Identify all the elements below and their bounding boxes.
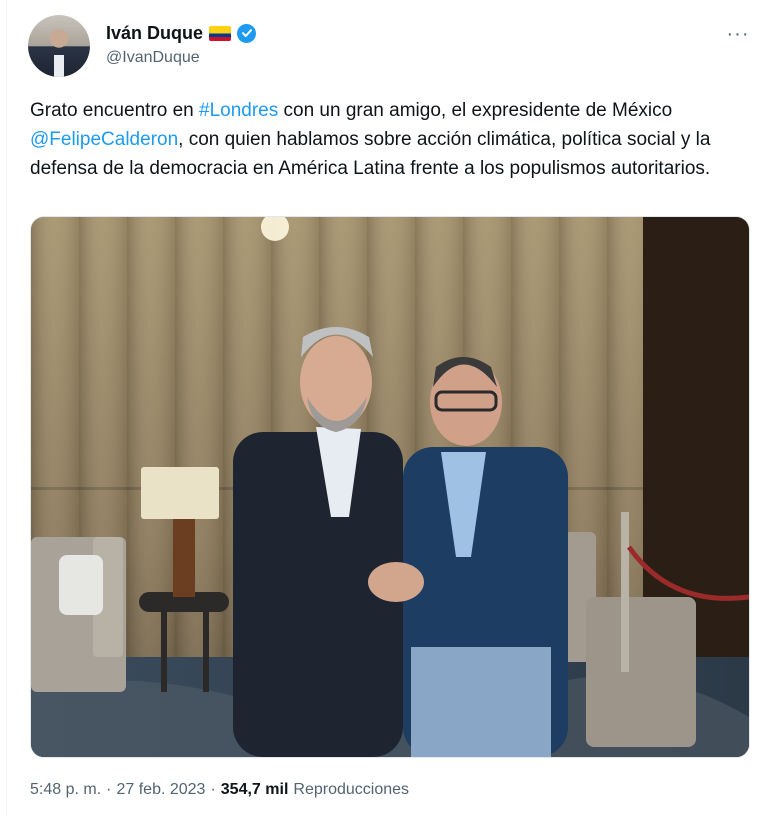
views-label: Reproducciones [293,781,410,798]
tweet-date[interactable]: 27 feb. 2023 [116,781,205,799]
avatar-shirt [54,55,64,77]
more-options-button[interactable]: ··· [722,22,754,46]
tweet-photo[interactable] [30,216,750,758]
hashtag-link[interactable]: #Londres [199,100,278,121]
timeline-border [6,0,7,816]
tweet-text-part: con un gran amigo, el expresidente de Mé… [278,100,673,121]
colombia-flag-icon [209,25,232,41]
tweet-meta: 5:48 p. m. · 27 feb. 2023 · 354,7 mil Re… [30,781,409,799]
tweet-text-part: Grato encuentro en [30,100,199,121]
photo-illustration [31,217,749,757]
meta-separator: · [210,781,216,798]
author-handle[interactable]: @IvanDuque [106,49,200,67]
views-count: 354,7 mil [220,781,289,798]
tweet-time[interactable]: 5:48 p. m. [30,781,101,799]
mention-link[interactable]: @FelipeCalderon [30,129,178,150]
author-name-row: Iván Duque [106,20,257,46]
tweet-text: Grato encuentro en #Londres con un gran … [30,96,750,183]
verified-badge-icon[interactable] [237,23,257,43]
author-display-name[interactable]: Iván Duque [106,23,203,44]
meta-separator: · [106,781,112,798]
avatar[interactable] [28,15,90,77]
